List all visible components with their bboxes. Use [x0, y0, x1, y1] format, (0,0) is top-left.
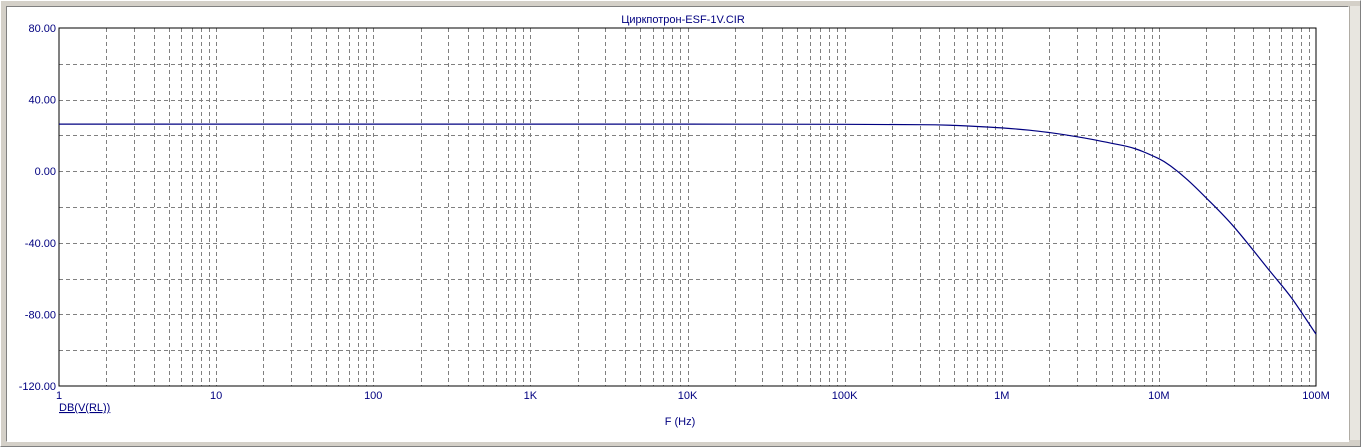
- x-tick-label: 10K: [678, 390, 698, 402]
- frequency-response-chart: 80.00 40.00 0.00 -40.00 -80.00 -120.001 10 100 1…: [19, 14, 1330, 428]
- y-tick-label: 40.00: [28, 95, 56, 107]
- series-line-db-v-rl: [59, 123, 1317, 335]
- y-tick-label: 0.00: [35, 166, 56, 178]
- x-tick-label: 10M: [1148, 390, 1169, 402]
- y-tick-label: -40.00: [25, 238, 56, 250]
- x-tick-label: 1K: [524, 390, 538, 402]
- y-tick-label: -80.00: [25, 309, 56, 321]
- y-axis-label[interactable]: DB(V(RL)): [59, 402, 110, 414]
- y-tick-label: 80.00: [28, 23, 56, 35]
- x-tick-label: 100M: [1302, 390, 1330, 402]
- x-tick-label: 100K: [832, 390, 858, 402]
- x-tick-label: 1M: [994, 390, 1009, 402]
- x-tick-label: 100: [364, 390, 382, 402]
- grid-layer: [59, 28, 1316, 386]
- plot-border: [58, 27, 1317, 387]
- x-tick-label: 1: [56, 390, 62, 402]
- y-tick-label: -120.00: [19, 381, 56, 393]
- x-axis-label: F (Hz): [665, 416, 696, 428]
- tick-labels: 80.00 40.00 0.00 -40.00 -80.00 -120.001 10 100 1…: [19, 23, 1330, 402]
- chart-title: Циркпотрон-ESF-1V.CIR: [621, 14, 745, 26]
- x-tick-label: 10: [210, 390, 222, 402]
